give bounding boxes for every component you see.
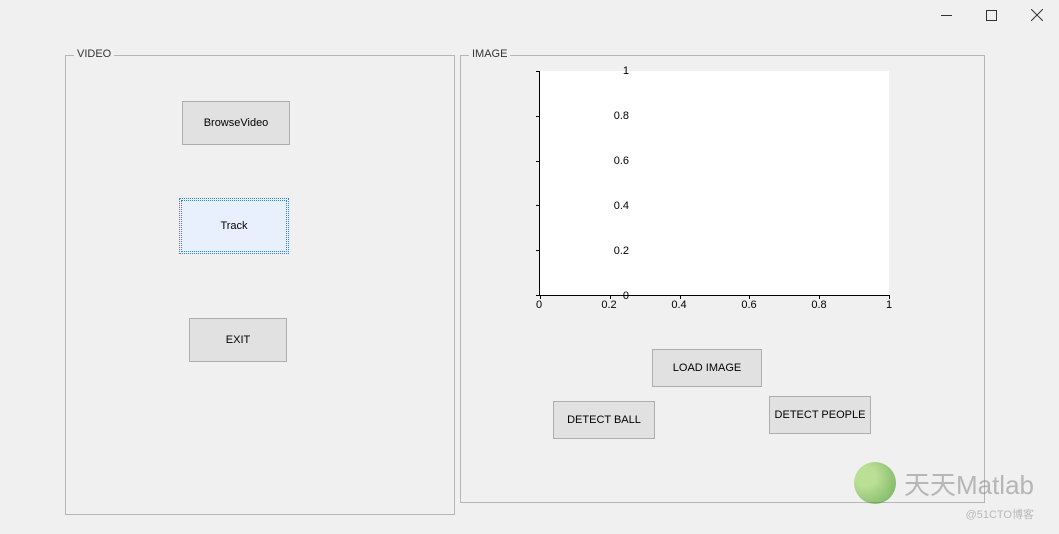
exit-button[interactable]: EXIT (189, 318, 287, 362)
maximize-button[interactable] (969, 0, 1014, 30)
x-tick-label: 0 (536, 299, 542, 311)
y-tick-label: 0.8 (614, 110, 629, 122)
video-panel-label: VIDEO (74, 48, 114, 60)
y-tick-label: 0.6 (614, 155, 629, 167)
y-tick-label: 1 (623, 65, 629, 77)
browse-video-button[interactable]: BrowseVideo (182, 101, 290, 145)
minimize-button[interactable] (924, 0, 969, 30)
load-image-button[interactable]: LOAD IMAGE (652, 349, 762, 387)
image-panel: IMAGE 1 0.8 0.6 0.4 0.2 0 0 0.2 0.4 0.6 … (460, 55, 985, 503)
main-content: VIDEO BrowseVideo Track EXIT IMAGE 1 0.8… (65, 55, 1029, 524)
x-tick-label: 0.2 (601, 299, 616, 311)
axes-plot (539, 71, 889, 296)
x-tick-label: 0.6 (741, 299, 756, 311)
close-button[interactable] (1014, 0, 1059, 30)
x-tick-label: 1 (886, 299, 892, 311)
y-tick-label: 0.2 (614, 245, 629, 257)
y-tick-label: 0 (623, 290, 629, 302)
window-titlebar (0, 0, 1059, 30)
detect-people-button[interactable]: DETECT PEOPLE (769, 396, 871, 434)
x-tick-label: 0.8 (811, 299, 826, 311)
detect-ball-button[interactable]: DETECT BALL (553, 401, 655, 439)
x-tick-label: 0.4 (671, 299, 686, 311)
video-panel: VIDEO BrowseVideo Track EXIT (65, 55, 455, 515)
track-button[interactable]: Track (179, 198, 289, 254)
image-panel-label: IMAGE (469, 48, 510, 60)
y-tick-label: 0.4 (614, 200, 629, 212)
